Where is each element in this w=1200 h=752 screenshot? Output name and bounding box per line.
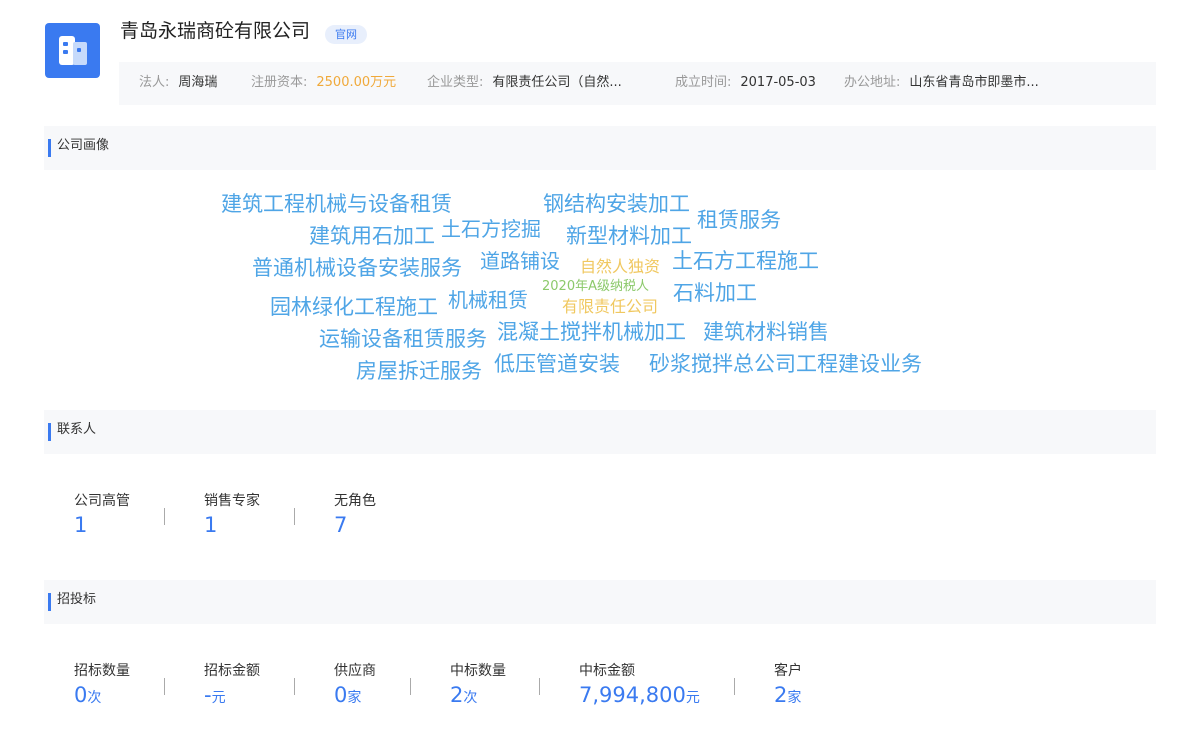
stat-label: 中标数量 <box>450 663 506 679</box>
contact-stat-executives[interactable]: 公司高管 1 <box>74 492 130 538</box>
cloud-word: 新型材料加工 <box>566 224 692 248</box>
founded-field: 成立时间: 2017-05-03 <box>675 62 816 103</box>
stat-value-line: 2次 <box>450 682 506 711</box>
legal-rep-value[interactable]: 周海瑞 <box>178 75 217 90</box>
stat-value-line: 0次 <box>74 682 130 711</box>
stat-value: 0 <box>74 683 88 707</box>
company-type-value: 有限责任公司（自然... <box>492 75 622 90</box>
section-marker <box>48 423 51 441</box>
company-name: 青岛永瑞商砼有限公司 <box>120 20 311 42</box>
section-portrait-header: 公司画像 <box>44 126 1156 170</box>
stat-value-line: 2家 <box>774 682 802 711</box>
stat-divider <box>734 678 735 695</box>
bidding-stat-tender-amount[interactable]: 招标金额 -元 <box>204 662 260 711</box>
cloud-word: 房屋拆迁服务 <box>356 359 482 383</box>
stat-value-line: 0家 <box>334 682 376 711</box>
section-marker <box>48 139 51 157</box>
cloud-word: 混凝土搅拌机械加工 <box>497 320 686 344</box>
section-bidding-header: 招投标 <box>44 580 1156 624</box>
stat-divider <box>294 678 295 695</box>
stat-unit: 家 <box>787 690 802 706</box>
cloud-word: 2020年A级纳税人 <box>542 279 649 294</box>
stat-value: 7,994,800 <box>579 683 686 707</box>
bidding-stat-suppliers[interactable]: 供应商 0家 <box>334 662 376 711</box>
legal-rep-field: 法人: 周海瑞 <box>139 62 217 103</box>
stat-value-line: -元 <box>204 682 260 711</box>
founded-label: 成立时间: <box>675 75 732 90</box>
cloud-word: 租赁服务 <box>697 208 781 232</box>
cloud-word: 自然人独资 <box>580 257 661 276</box>
stat-value: - <box>204 683 212 707</box>
cloud-word: 钢结构安装加工 <box>543 192 690 216</box>
bidding-stat-win-count[interactable]: 中标数量 2次 <box>450 662 506 711</box>
company-logo <box>45 23 100 78</box>
cloud-word: 有限责任公司 <box>562 297 659 316</box>
stat-unit: 元 <box>685 690 700 706</box>
cloud-word: 园林绿化工程施工 <box>270 295 438 319</box>
cloud-word: 建筑用石加工 <box>309 224 435 248</box>
section-marker <box>48 593 51 611</box>
cloud-word: 砂浆搅拌总公司工程建设业务 <box>649 352 922 376</box>
address-value: 山东省青岛市即墨市... <box>909 75 1039 90</box>
stat-label: 客户 <box>774 663 802 679</box>
stat-label: 供应商 <box>334 663 376 679</box>
stat-label: 无角色 <box>334 493 376 509</box>
address-label: 办公地址: <box>844 75 901 90</box>
contact-stat-sales-experts[interactable]: 销售专家 1 <box>204 492 260 538</box>
address-field: 办公地址: 山东省青岛市即墨市... <box>844 62 1039 103</box>
section-contacts-title: 联系人 <box>57 422 97 437</box>
stat-value: 1 <box>204 513 218 537</box>
section-portrait-title: 公司画像 <box>57 138 110 153</box>
cloud-word: 运输设备租赁服务 <box>319 327 487 351</box>
legal-rep-label: 法人: <box>139 75 170 90</box>
capital-field: 注册资本: 2500.00万元 <box>251 62 396 103</box>
company-type-label: 企业类型: <box>427 75 484 90</box>
cloud-word: 石料加工 <box>673 281 757 305</box>
stat-divider <box>294 508 295 525</box>
bidding-stat-tender-count[interactable]: 招标数量 0次 <box>74 662 130 711</box>
capital-label: 注册资本: <box>251 75 308 90</box>
founded-value: 2017-05-03 <box>740 75 816 90</box>
stat-label: 招标数量 <box>74 663 130 679</box>
stat-divider <box>164 678 165 695</box>
section-bidding-title: 招投标 <box>57 592 97 607</box>
company-type-field: 企业类型: 有限责任公司（自然... <box>427 62 622 103</box>
stat-divider <box>539 678 540 695</box>
cloud-word: 土石方工程施工 <box>672 249 819 273</box>
cloud-word: 低压管道安装 <box>494 352 620 376</box>
stat-label: 招标金额 <box>204 663 260 679</box>
stat-value: 2 <box>450 683 464 707</box>
stat-unit: 次 <box>87 690 102 706</box>
cloud-word: 土石方挖掘 <box>441 217 541 241</box>
stat-value: 0 <box>334 683 348 707</box>
stat-value: 2 <box>774 683 788 707</box>
section-contacts-header: 联系人 <box>44 410 1156 454</box>
building-icon <box>59 36 87 65</box>
bidding-stat-customers[interactable]: 客户 2家 <box>774 662 802 711</box>
cloud-word: 道路铺设 <box>480 249 560 273</box>
stat-label: 中标金额 <box>579 663 635 679</box>
cloud-word: 机械租赁 <box>448 288 528 312</box>
capital-value: 2500.00万元 <box>316 75 397 90</box>
stat-unit: 元 <box>211 690 226 706</box>
stat-unit: 次 <box>463 690 478 706</box>
cloud-word: 建筑工程机械与设备租赁 <box>221 192 452 216</box>
cloud-word: 普通机械设备安装服务 <box>252 256 462 280</box>
bidding-stat-win-amount[interactable]: 中标金额 7,994,800元 <box>579 662 700 711</box>
company-info-bar: 法人: 周海瑞 注册资本: 2500.00万元 企业类型: 有限责任公司（自然... … <box>119 62 1156 105</box>
stat-label: 公司高管 <box>74 493 130 509</box>
stat-unit: 家 <box>347 690 362 706</box>
stat-label: 销售专家 <box>204 493 260 509</box>
stat-value: 1 <box>74 513 88 537</box>
contact-stat-no-role[interactable]: 无角色 7 <box>334 492 376 538</box>
cloud-word: 建筑材料销售 <box>703 320 829 344</box>
stat-divider <box>164 508 165 525</box>
stat-value-line: 7,994,800元 <box>579 682 700 711</box>
stat-divider <box>410 678 411 695</box>
stat-value: 7 <box>334 513 348 537</box>
official-site-badge[interactable]: 官网 <box>325 25 367 44</box>
